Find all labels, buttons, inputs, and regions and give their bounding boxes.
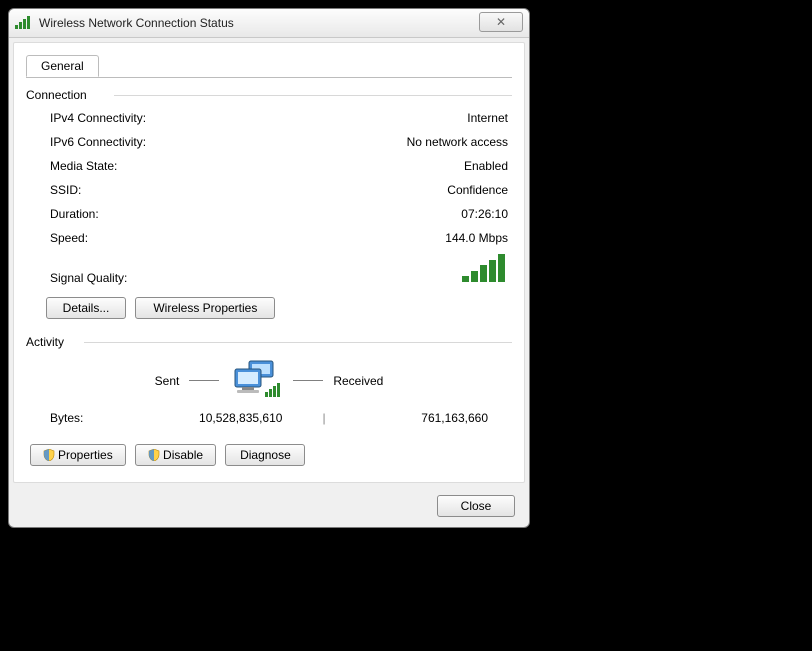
close-window-label: Close [461, 499, 492, 513]
obscured-side-text: o th co 80 stan st [540, 140, 595, 596]
activity-visual: Sent [26, 353, 512, 406]
properties-button[interactable]: Properties [30, 444, 126, 466]
row-media-state: Media State: Enabled [26, 154, 512, 178]
media-label: Media State: [50, 156, 117, 176]
wireless-properties-button[interactable]: Wireless Properties [135, 297, 275, 319]
titlebar[interactable]: Wireless Network Connection Status ✕ [9, 9, 529, 38]
signal-label: Signal Quality: [50, 271, 127, 285]
disable-button-label: Disable [163, 448, 203, 462]
bytes-received-value: 761,163,660 [326, 408, 508, 428]
sent-dash [189, 380, 219, 381]
duration-value: 07:26:10 [461, 204, 508, 224]
diagnose-button[interactable]: Diagnose [225, 444, 305, 466]
shield-icon [148, 449, 160, 461]
window-title: Wireless Network Connection Status [39, 16, 234, 30]
group-connection-label: Connection [26, 88, 512, 102]
ipv6-value: No network access [407, 132, 508, 152]
group-activity-label: Activity [26, 335, 512, 349]
row-speed: Speed: 144.0 Mbps [26, 226, 512, 250]
close-icon: ✕ [496, 15, 506, 29]
wireless-properties-label: Wireless Properties [153, 301, 257, 315]
ipv4-label: IPv4 Connectivity: [50, 108, 146, 128]
received-dash [293, 380, 323, 381]
row-bytes: Bytes: 10,528,835,610 | 761,163,660 [26, 406, 512, 430]
window-footer: Close [9, 487, 529, 527]
media-value: Enabled [464, 156, 508, 176]
received-label: Received [333, 374, 383, 388]
row-ipv4: IPv4 Connectivity: Internet [26, 106, 512, 130]
speed-label: Speed: [50, 228, 88, 248]
side-line: co [553, 334, 578, 363]
connection-button-row: Details... Wireless Properties [26, 293, 512, 329]
bytes-label: Bytes: [50, 408, 120, 428]
duration-label: Duration: [50, 204, 99, 224]
diagnose-button-label: Diagnose [240, 448, 291, 462]
network-computers-icon [229, 359, 283, 402]
window-body: General Connection IPv4 Connectivity: In… [13, 42, 525, 483]
ipv4-value: Internet [467, 108, 508, 128]
side-line: stan [553, 486, 595, 515]
side-line: o [553, 182, 566, 211]
status-window: Wireless Network Connection Status ✕ Gen… [8, 8, 530, 528]
disable-button[interactable]: Disable [135, 444, 216, 466]
shield-icon [43, 449, 55, 461]
row-signal-quality: Signal Quality: [26, 250, 512, 293]
wifi-signal-icon [15, 15, 33, 32]
side-line: th [553, 258, 573, 287]
ipv6-label: IPv6 Connectivity: [50, 132, 146, 152]
ssid-label: SSID: [50, 180, 81, 200]
action-button-row: Properties Disable Diagnose [26, 430, 512, 470]
tab-strip: General [26, 51, 512, 78]
tab-general-label: General [41, 59, 84, 73]
details-button[interactable]: Details... [46, 297, 126, 319]
row-ipv6: IPv6 Connectivity: No network access [26, 130, 512, 154]
properties-button-label: Properties [58, 448, 113, 462]
bytes-sent-value: 10,528,835,610 [120, 408, 322, 428]
close-window-button[interactable]: Close [437, 495, 515, 517]
tab-general[interactable]: General [26, 55, 99, 77]
close-button[interactable]: ✕ [479, 12, 523, 32]
speed-value: 144.0 Mbps [445, 228, 508, 248]
sent-label: Sent [155, 374, 180, 388]
ssid-value: Confidence [447, 180, 508, 200]
row-ssid: SSID: Confidence [26, 178, 512, 202]
row-duration: Duration: 07:26:10 [26, 202, 512, 226]
details-button-label: Details... [63, 301, 110, 315]
side-line: 80 [553, 410, 579, 439]
side-line: st [553, 562, 570, 591]
signal-bars-icon [462, 254, 508, 285]
